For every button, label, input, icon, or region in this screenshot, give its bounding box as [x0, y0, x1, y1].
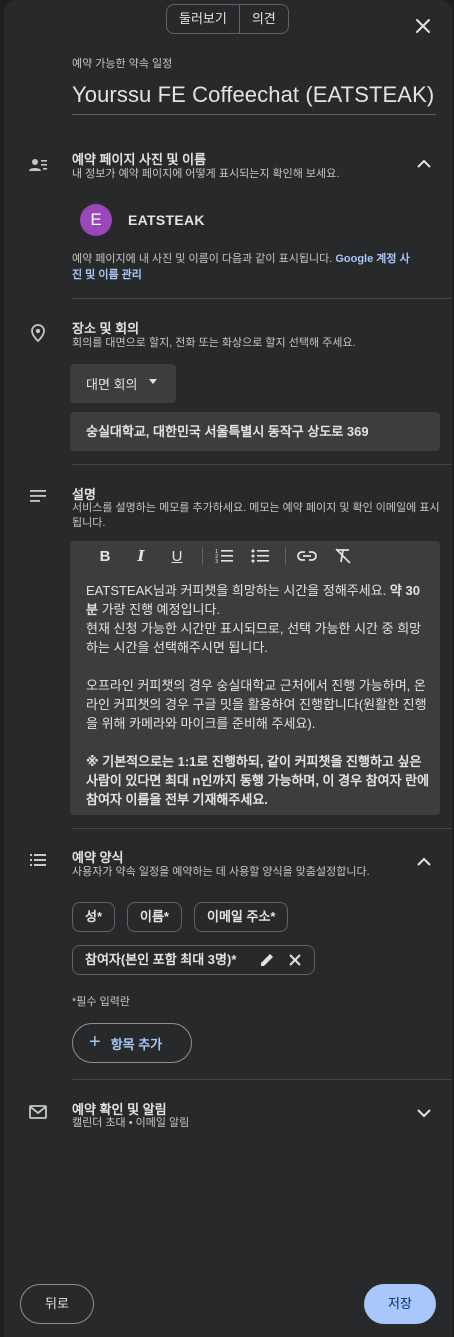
meeting-type-dropdown[interactable]: 대면 회의 — [70, 364, 176, 403]
profile-note: 예약 페이지에 내 사진 및 이름이 다음과 같이 표시됩니다. Google … — [72, 253, 410, 281]
bullet-list-button[interactable] — [249, 545, 271, 567]
tab-feedback[interactable]: 의견 — [238, 5, 288, 33]
description-editor[interactable]: B I U 1 2 3 EATSTEAK님과 커피챗을 희망하는 시간을 정해주… — [70, 541, 440, 815]
description-paragraph: ※ 기본적으로는 1:1로 진행하되, 같이 커피챗을 진행하고 싶은 사람이 … — [86, 754, 430, 807]
chevron-up-icon[interactable] — [414, 154, 434, 174]
location-input[interactable]: 숭실대학교, 대한민국 서울특별시 동작구 상도로 369 — [70, 412, 440, 451]
person-list-icon — [29, 159, 47, 171]
bullet-list-icon — [251, 549, 269, 563]
svg-text:3: 3 — [215, 559, 218, 564]
back-button[interactable]: 뒤로 — [20, 1284, 94, 1324]
schedule-type-label: 예약 가능한 약속 일정 — [72, 58, 173, 70]
link-icon — [297, 551, 317, 561]
tab-browse[interactable]: 둘러보기 — [167, 5, 239, 33]
divider — [72, 464, 452, 465]
location-section-subtitle: 회의를 대면으로 할지, 전화 또는 화상으로 할지 선택해 주세요. — [72, 337, 356, 349]
profile-section-title: 예약 페이지 사진 및 이름 — [72, 152, 207, 167]
chevron-down-icon[interactable] — [414, 1103, 434, 1123]
avatar: E — [80, 204, 112, 236]
list-icon — [30, 854, 46, 866]
numbered-list-icon: 1 2 3 — [215, 549, 233, 564]
location-pin-icon — [31, 324, 45, 343]
chevron-up-icon[interactable] — [414, 852, 434, 872]
edit-pencil-icon[interactable] — [258, 951, 276, 969]
clear-format-icon — [335, 548, 351, 564]
field-chip-first-name[interactable]: 이름* — [127, 902, 182, 932]
dropdown-caret-icon — [149, 379, 158, 384]
field-chip-label: 참여자(본인 포함 최대 3명)* — [85, 952, 237, 967]
field-chip-last-name[interactable]: 성* — [72, 902, 116, 932]
top-tab-group: 둘러보기 의견 — [166, 4, 289, 34]
schedule-title-input[interactable]: Yourssu FE Coffeechat (EATSTEAK) — [72, 82, 436, 115]
italic-button[interactable]: I — [130, 545, 152, 567]
field-chip-email[interactable]: 이메일 주소* — [194, 902, 289, 932]
close-icon — [416, 19, 430, 33]
remove-x-icon[interactable] — [286, 951, 304, 969]
description-section-subtitle: 서비스를 설명하는 메모를 추가하세요. 메모는 예약 페이지 및 확인 이메일… — [72, 502, 440, 529]
editor-toolbar: B I U 1 2 3 — [70, 541, 440, 571]
form-section-subtitle: 사용자가 약속 일정을 예약하는 데 사용할 양식을 맞춤설정합니다. — [72, 866, 370, 878]
add-field-button[interactable]: + 항목 추가 — [72, 1023, 192, 1063]
description-text: EATSTEAK님과 커피챗을 희망하는 시간을 정해주세요. 약 30분 가량… — [86, 581, 430, 809]
description-paragraph: 현재 신청 가능한 시간만 표시되므로, 선택 가능한 시간 중 희망하는 시간… — [86, 621, 422, 655]
divider — [72, 298, 452, 299]
meeting-type-value: 대면 회의 — [86, 377, 138, 392]
divider — [72, 828, 452, 829]
plus-icon: + — [89, 1031, 101, 1053]
form-section-title: 예약 양식 — [72, 850, 124, 865]
link-button[interactable] — [296, 545, 318, 567]
save-button[interactable]: 저장 — [364, 1284, 436, 1324]
divider — [72, 1079, 452, 1080]
clear-format-button[interactable] — [332, 545, 354, 567]
numbered-list-button[interactable]: 1 2 3 — [213, 545, 235, 567]
description-paragraph: 오프라인 커피챗의 경우 숭실대학교 근처에서 진행 가능하며, 온라인 커피챗… — [86, 678, 427, 731]
add-field-label: 항목 추가 — [110, 1036, 163, 1052]
close-button[interactable] — [411, 14, 435, 38]
bold-button[interactable]: B — [94, 545, 116, 567]
profile-section-subtitle: 내 정보가 예약 페이지에 어떻게 표시되는지 확인해 보세요. — [72, 168, 340, 180]
field-chip-participants[interactable]: 참여자(본인 포함 최대 3명)* — [72, 945, 315, 975]
underline-button[interactable]: U — [166, 545, 188, 567]
notes-icon — [30, 490, 46, 502]
location-section-title: 장소 및 회의 — [72, 321, 140, 336]
description-paragraph: EATSTEAK님과 커피챗을 희망하는 시간을 정해주세요. 약 30분 가량… — [86, 583, 420, 617]
toolbar-separator — [285, 547, 286, 565]
profile-name: EATSTEAK — [128, 212, 205, 228]
notify-section-subtitle: 캘린더 초대 • 이메일 알림 — [72, 1117, 190, 1129]
toolbar-separator — [202, 547, 203, 565]
mail-icon — [29, 1105, 47, 1119]
required-note: *필수 입력란 — [72, 996, 130, 1008]
